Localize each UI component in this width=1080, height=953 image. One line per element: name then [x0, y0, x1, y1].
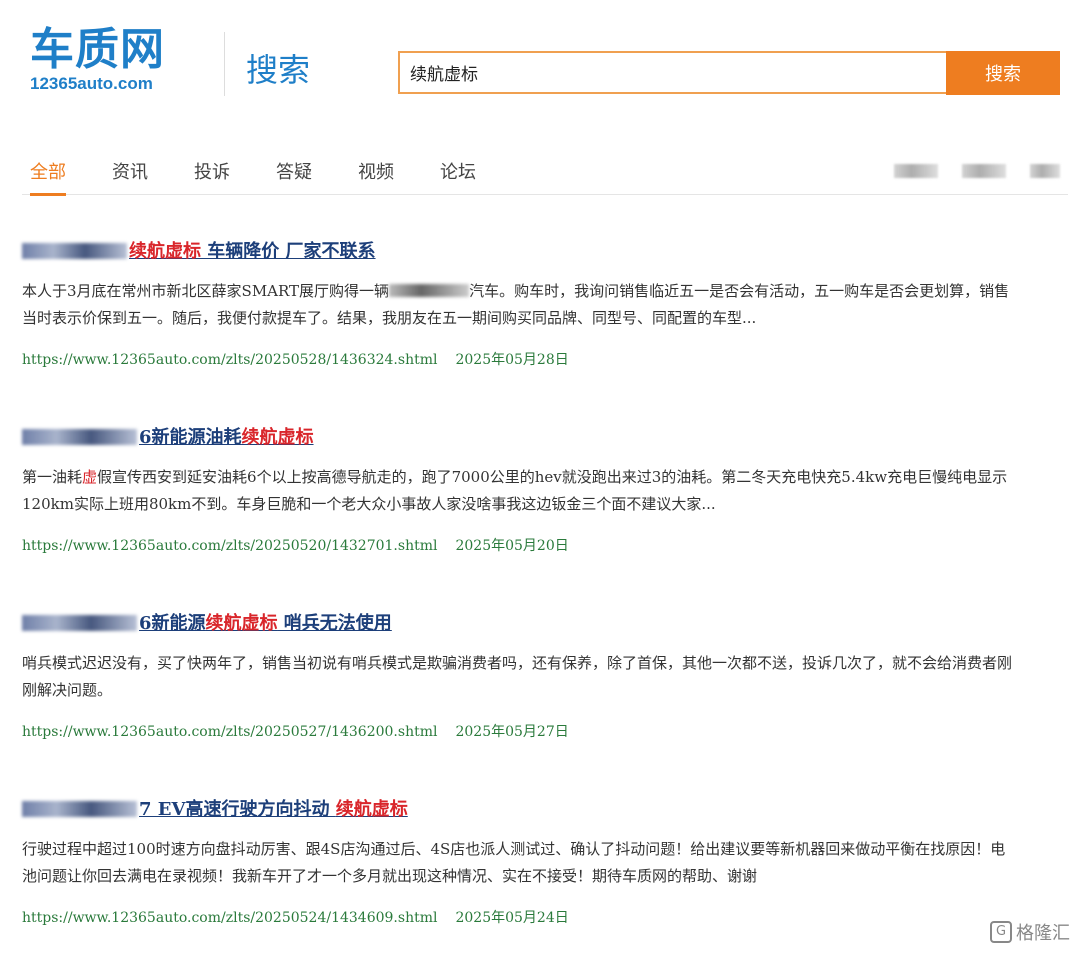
title-highlight: 续航虚标 [205, 613, 278, 634]
title-mid: 6新能源油耗 [139, 427, 242, 448]
search-button[interactable]: 搜索 [946, 51, 1060, 95]
result-description: 本人于3月底在常州市新北区薛家SMART展厅购得一辆 汽车。购车时，我询问销售临近… [22, 278, 1012, 332]
result-date: 2025年05月24日 [455, 910, 569, 926]
redacted-text [389, 284, 470, 297]
result-meta: https://www.12365auto.com/zlts/20250524/… [22, 908, 1012, 928]
result-description: 行驶过程中超过100时速方向盘抖动厉害、跟4S店沟通过后、4S店也派人测试过、确… [22, 840, 1006, 885]
result-date: 2025年05月27日 [455, 724, 569, 740]
result-meta: https://www.12365auto.com/zlts/20250528/… [22, 350, 1012, 370]
result-title-link[interactable]: 7 EV高速行驶方向抖动 续航虚标 [22, 798, 1012, 822]
site-logo[interactable]: 车质网 12365auto.com [30, 28, 200, 103]
redacted-text [22, 801, 137, 817]
result-url[interactable]: https://www.12365auto.com/zlts/20250527/… [22, 724, 437, 740]
redacted-text [22, 429, 137, 445]
search-result: 6新能源续航虚标 哨兵无法使用 哨兵模式迟迟没有，买了快两年了，销售当初说有哨兵… [22, 612, 1012, 742]
redacted-text [22, 615, 137, 631]
watermark-icon: G [990, 921, 1012, 943]
redacted-text [22, 243, 127, 259]
watermark: G 格隆汇 [990, 919, 1070, 945]
result-description: 哨兵模式迟迟没有，买了快两年了，销售当初说有哨兵模式是欺骗消费者吗，还有保养，除… [22, 654, 1013, 699]
tab-all[interactable]: 全部 [30, 158, 66, 196]
result-url[interactable]: https://www.12365auto.com/zlts/20250528/… [22, 352, 437, 368]
tab-video[interactable]: 视频 [358, 158, 394, 188]
tab-forum[interactable]: 论坛 [440, 158, 476, 188]
tab-qa[interactable]: 答疑 [276, 158, 312, 188]
result-title-link[interactable]: 续航虚标 车辆降价 厂家不联系 [22, 240, 1012, 264]
logo-main-text: 车质网 [30, 24, 165, 75]
title-suffix: 哨兵无法使用 [277, 613, 392, 634]
title-mid: 7 EV高速行驶方向抖动 [139, 799, 336, 820]
result-meta: https://www.12365auto.com/zlts/20250527/… [22, 722, 1012, 742]
watermark-text: 格隆汇 [1016, 923, 1070, 944]
result-title-link[interactable]: 6新能源油耗续航虚标 [22, 426, 1012, 450]
redacted-filters [894, 164, 1060, 178]
search-input[interactable] [400, 53, 946, 92]
search-box [398, 51, 946, 94]
result-meta: https://www.12365auto.com/zlts/20250520/… [22, 536, 1012, 556]
tab-complaints[interactable]: 投诉 [194, 158, 230, 188]
desc-highlight: 虚 [82, 468, 98, 486]
desc-text: 本人于3月底在常州市新北区薛家SMART展厅购得一辆 [22, 282, 390, 300]
result-date: 2025年05月28日 [455, 352, 569, 368]
search-page-label: 搜索 [246, 51, 311, 89]
result-url[interactable]: https://www.12365auto.com/zlts/20250520/… [22, 538, 437, 554]
result-date: 2025年05月20日 [455, 538, 569, 554]
desc-text: 假宣传西安到延安油耗6个以上按高德导航走的，跑了7000公里的hev就没跑出来过… [22, 468, 1008, 513]
redacted-block [1030, 164, 1060, 178]
redacted-block [962, 164, 1006, 178]
search-result: 6新能源油耗续航虚标 第一油耗虚假宣传西安到延安油耗6个以上按高德导航走的，跑了… [22, 426, 1012, 556]
title-highlight: 续航虚标 [241, 427, 314, 448]
title-highlight: 续航虚标 [335, 799, 408, 820]
title-suffix: 车辆降价 厂家不联系 [201, 241, 376, 262]
title-mid: 6新能源 [139, 613, 206, 634]
result-title-link[interactable]: 6新能源续航虚标 哨兵无法使用 [22, 612, 1012, 636]
result-description: 第一油耗虚假宣传西安到延安油耗6个以上按高德导航走的，跑了7000公里的hev就… [22, 464, 1012, 518]
tab-news[interactable]: 资讯 [112, 158, 148, 188]
search-result: 7 EV高速行驶方向抖动 续航虚标 行驶过程中超过100时速方向盘抖动厉害、跟4… [22, 798, 1012, 928]
result-url[interactable]: https://www.12365auto.com/zlts/20250524/… [22, 910, 437, 926]
header-divider [224, 32, 225, 96]
logo-sub-text: 12365auto.com [30, 74, 153, 93]
redacted-block [894, 164, 938, 178]
title-highlight: 续航虚标 [129, 241, 201, 262]
search-result: 续航虚标 车辆降价 厂家不联系 本人于3月底在常州市新北区薛家SMART展厅购得… [22, 240, 1012, 370]
desc-text: 第一油耗 [22, 468, 83, 486]
